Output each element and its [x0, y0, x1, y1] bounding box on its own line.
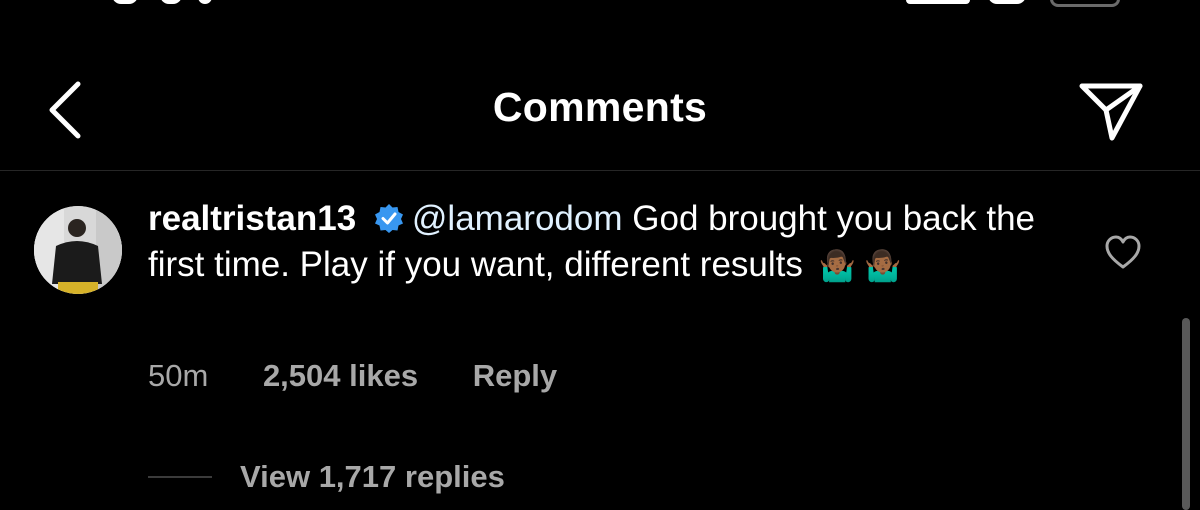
- comments-header: Comments: [0, 56, 1200, 166]
- like-button[interactable]: [1104, 234, 1142, 272]
- avatar[interactable]: [34, 206, 122, 294]
- replies-divider: [148, 476, 212, 478]
- view-replies-label: View 1,717 replies: [240, 459, 505, 494]
- battery-icon: [1050, 0, 1120, 7]
- paper-plane-icon: [1079, 83, 1143, 141]
- scrollbar[interactable]: [1182, 318, 1190, 510]
- verified-badge-icon: [374, 204, 403, 233]
- wifi-icon: [988, 0, 1026, 4]
- heart-outline-icon: [1105, 235, 1141, 269]
- status-bar-fragment: [198, 0, 212, 4]
- comment-meta: 50m 2,504 likes Reply: [148, 358, 603, 394]
- avatar-photo: [34, 206, 122, 294]
- like-count[interactable]: 2,504 likes: [263, 358, 418, 393]
- signal-icon: [906, 0, 970, 4]
- header-divider: [0, 170, 1200, 171]
- status-bar-fragment: [160, 0, 182, 4]
- comment-text: realtristan13 @lamarodom God brought you…: [148, 196, 1048, 290]
- comment-username[interactable]: realtristan13: [148, 199, 356, 238]
- view-replies-button[interactable]: View 1,717 replies: [148, 456, 505, 498]
- mention-link[interactable]: @lamarodom: [412, 199, 623, 238]
- comment: realtristan13 @lamarodom God brought you…: [0, 172, 1200, 510]
- status-bar-fragment: [112, 0, 138, 4]
- shrug-emoji: 🤷🏾‍♂️ 🤷🏾‍♂️: [818, 250, 902, 283]
- comment-time: 50m: [148, 358, 209, 393]
- reply-button[interactable]: Reply: [473, 358, 557, 393]
- share-button[interactable]: [1076, 80, 1146, 142]
- page-title: Comments: [492, 84, 708, 130]
